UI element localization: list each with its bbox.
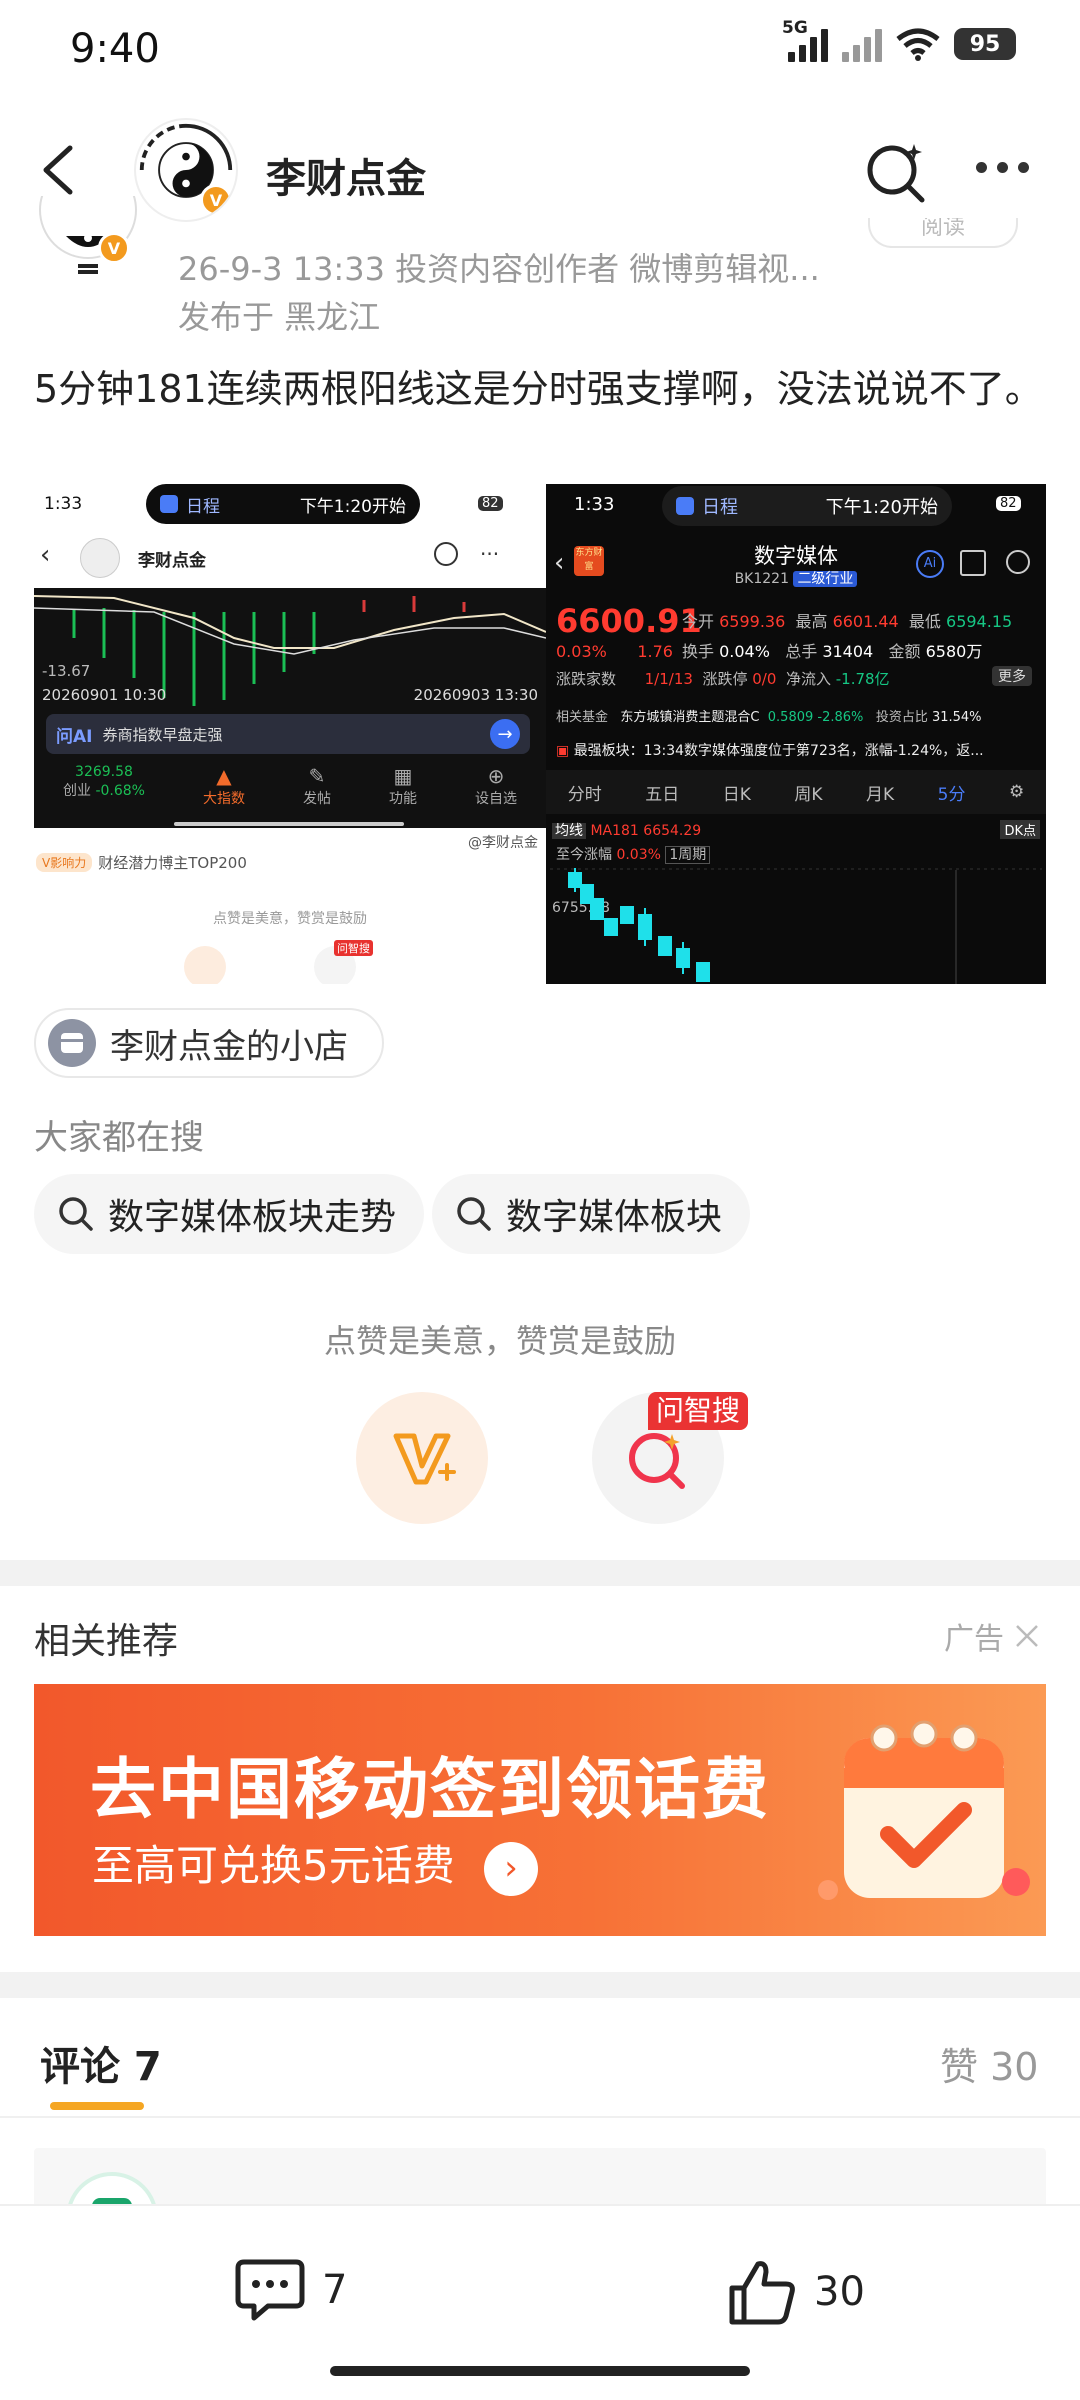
post-meta: 26-9-3 13:33 投资内容创作者 微博剪辑视... [178,250,820,288]
home-indicator[interactable] [330,2366,750,2376]
ad-label[interactable]: 广告 [944,1614,1042,1658]
post-image-1[interactable]: 1:33 日程 下午1:20开始 82 ‹ 李财点金 ··· -13.67 20… [34,484,546,984]
image2-period-tabs: 分时 五日 日K 周K 月K 5分 ⚙ [546,770,1046,814]
signal-5g-icon: 5G [782,18,828,62]
banner-title: 去中国移动签到领话费 [90,1751,770,1828]
tab-underline [50,2102,144,2110]
ad-banner[interactable]: 去中国移动签到领话费 至高可兑换5元话费 › [34,1684,1046,1936]
tip-button[interactable] [356,1392,488,1524]
author-avatar[interactable]: V [134,118,238,222]
reward-hint: 点赞是美意，赞赏是鼓励 [323,1322,676,1360]
back-icon[interactable] [30,140,90,200]
signal-off-icon [842,26,882,62]
post-text: 5分钟181连续两根阳线这是分时强支撑啊，没法说说不了。 [34,367,1043,411]
ai-search-tag: 问智搜 [648,1392,749,1430]
wifi-icon [896,28,940,61]
verified-badge-icon: V [200,184,232,216]
comment-button[interactable]: 7 [234,2256,347,2324]
verified-badge-icon: V [98,232,130,264]
image2-candles [550,868,1042,984]
post-author-avatar[interactable]: V [36,196,140,276]
search-icon [457,1197,491,1231]
comment-icon [235,2259,305,2321]
like-button[interactable]: 30 [726,2256,865,2328]
tip-v-icon [393,1433,456,1485]
status-icons: 5G 95 [782,18,1016,62]
trending-title: 大家都在搜 [34,1118,204,1158]
image1-chart: -13.67 20260901 10:30 20260903 13:30 问AI… [34,588,546,828]
like-count: 30 [814,2269,865,2315]
search-icon [59,1197,93,1231]
close-icon[interactable] [1012,1621,1042,1651]
battery-indicator: 95 [954,28,1016,60]
recommend-title: 相关推荐 [34,1621,179,1662]
arrow-right-icon: › [484,1841,539,1896]
trending-chip-2[interactable]: 数字媒体板块 [432,1174,751,1254]
divider [0,2116,1080,2118]
store-label: 李财点金的小店 [110,1026,348,1067]
store-chip[interactable]: 李财点金的小店 [34,1008,384,1078]
post-image-2[interactable]: 1:33 日程 下午1:20开始 82 ‹ 东方财富 数字媒体 BK1221 二… [546,484,1046,984]
calendar-check-icon [818,1720,1030,1900]
post-location: 发布于 黑龙江 [178,298,381,336]
search-icon[interactable] [862,136,932,206]
thumbs-up-icon [729,2261,795,2325]
more-icon[interactable] [976,162,1029,173]
page-title: 李财点金 [266,156,426,202]
comment-count: 7 [322,2267,348,2313]
read-count-chip: 阅读 [868,218,1018,248]
trending-chip-1[interactable]: 数字媒体板块走势 [34,1174,425,1254]
status-time: 9:40 [70,26,160,72]
tab-likes[interactable]: 赞 30 [940,2036,1038,2091]
tab-comments[interactable]: 评论 7 [40,2034,162,2092]
section-divider [0,1560,1080,1586]
section-divider [0,1972,1080,1998]
banner-subtitle: 至高可兑换5元话费 › [92,1832,539,1896]
shop-icon [48,1019,96,1067]
